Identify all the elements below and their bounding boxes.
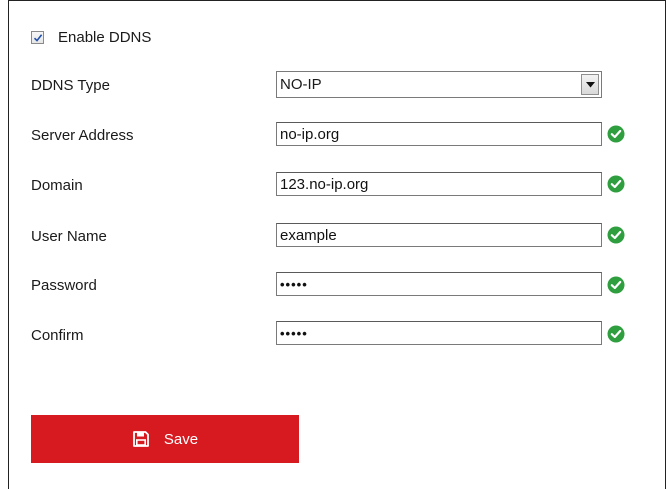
confirm-label: Confirm xyxy=(31,327,84,344)
server-address-input[interactable] xyxy=(276,122,602,146)
ddns-type-label: DDNS Type xyxy=(31,77,110,94)
domain-label: Domain xyxy=(31,177,83,194)
save-button-label: Save xyxy=(163,430,199,448)
server-address-label: Server Address xyxy=(31,127,134,144)
confirm-password-input[interactable] xyxy=(276,321,602,345)
floppy-disk-icon xyxy=(132,430,150,448)
valid-check-icon xyxy=(607,175,625,193)
enable-ddns-label: Enable DDNS xyxy=(58,29,152,46)
valid-check-icon xyxy=(607,226,625,244)
chevron-down-icon xyxy=(585,81,595,87)
enable-ddns-row: Enable DDNS xyxy=(31,29,151,46)
user-name-input[interactable] xyxy=(276,223,602,247)
ddns-type-value: NO-IP xyxy=(280,76,322,93)
user-name-label: User Name xyxy=(31,228,107,245)
checkmark-icon xyxy=(33,33,42,42)
valid-check-icon xyxy=(607,325,625,343)
valid-check-icon xyxy=(607,125,625,143)
domain-input[interactable] xyxy=(276,172,602,196)
valid-check-icon xyxy=(607,276,625,294)
password-label: Password xyxy=(31,277,97,294)
save-button[interactable]: Save xyxy=(31,415,299,463)
ddns-type-dropdown-button[interactable] xyxy=(581,74,599,95)
enable-ddns-checkbox[interactable] xyxy=(31,31,44,44)
password-input[interactable] xyxy=(276,272,602,296)
ddns-type-select[interactable]: NO-IP xyxy=(276,71,602,98)
